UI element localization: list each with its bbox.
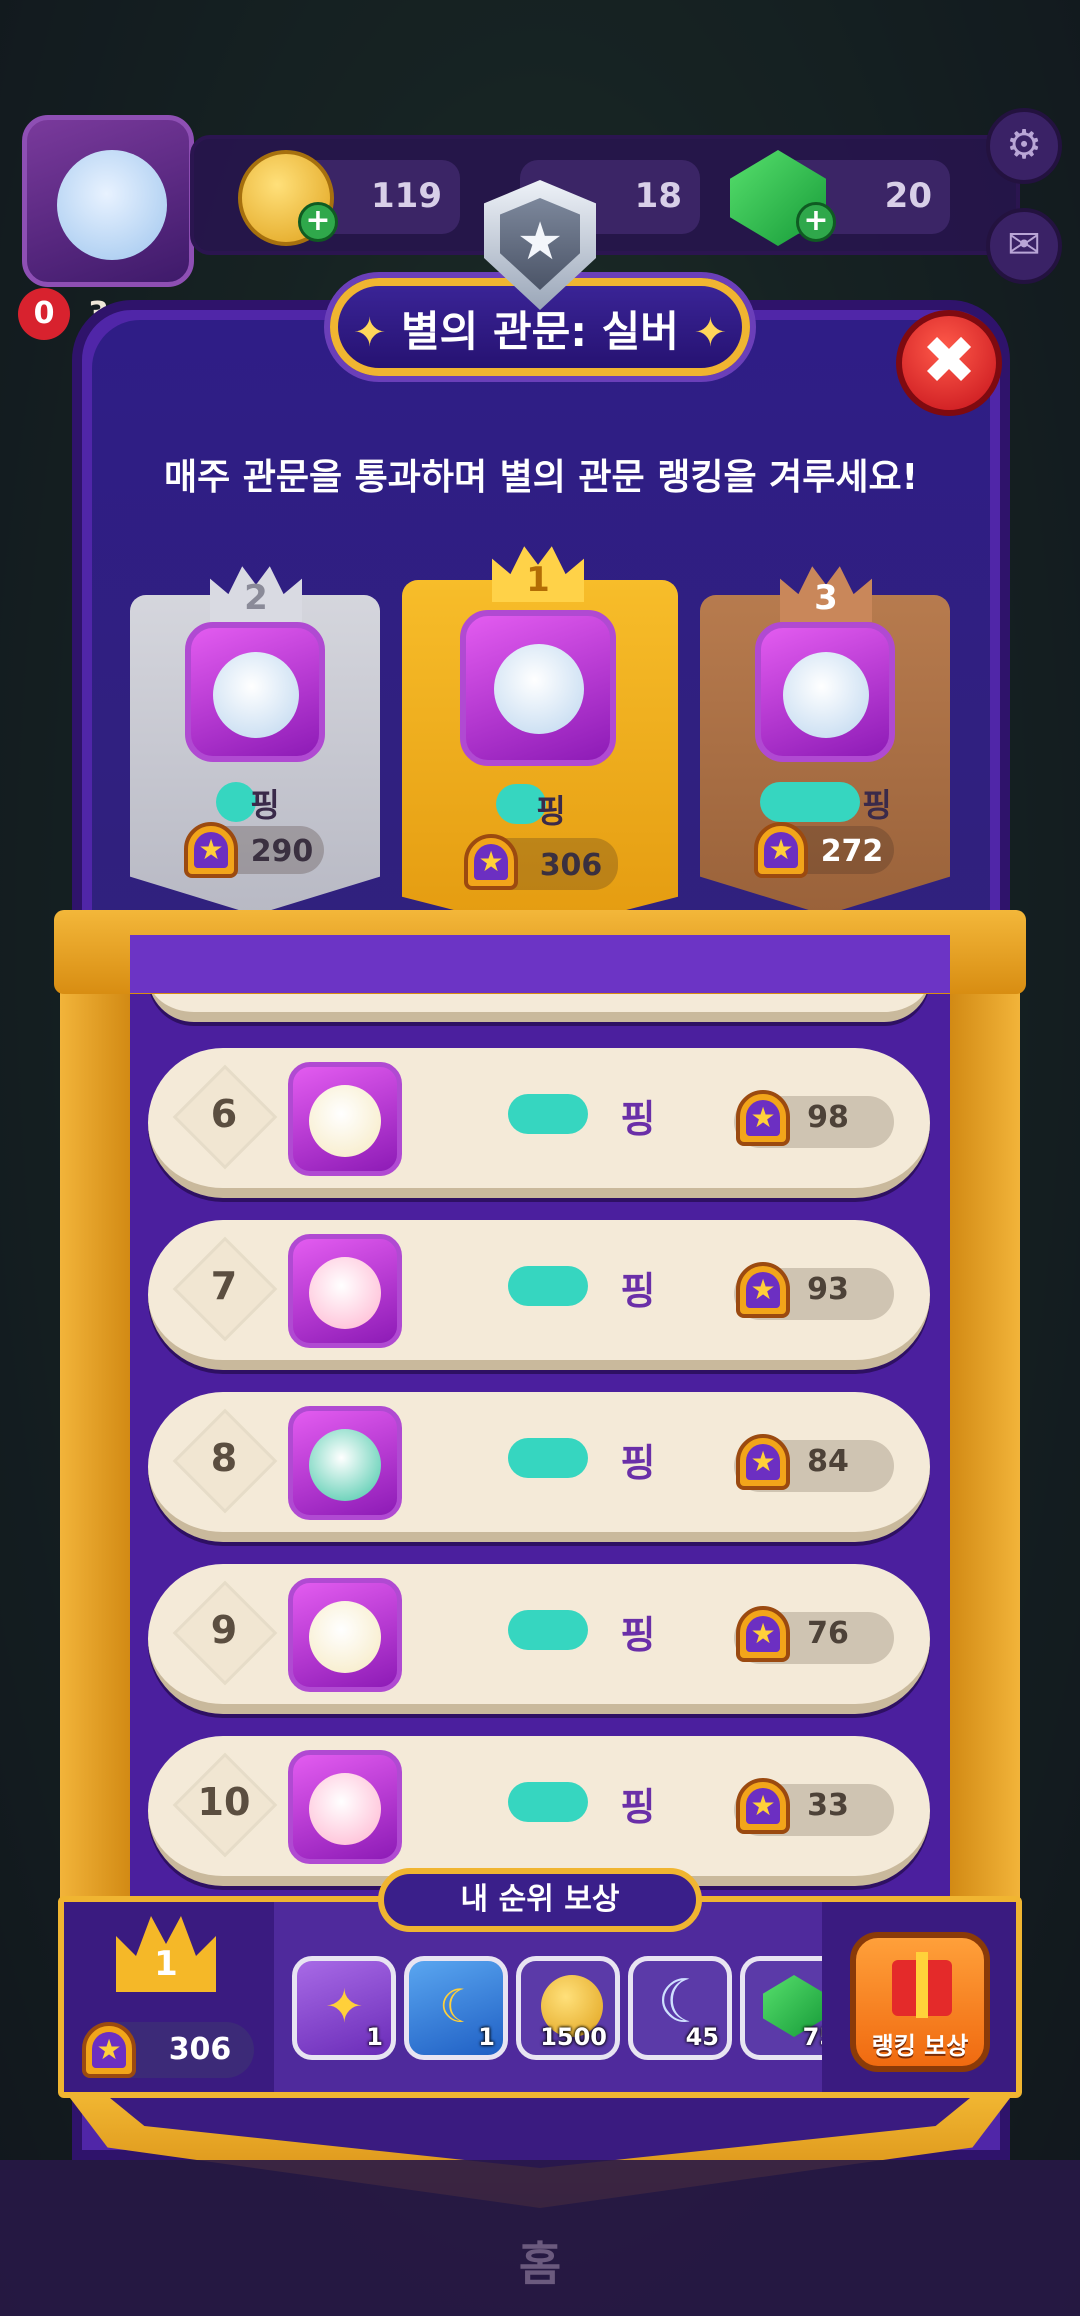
add-gem-button[interactable]: +	[796, 202, 836, 242]
add-coin-button[interactable]: +	[298, 202, 338, 242]
ranking-row[interactable]: 6 핑 ★ 98	[148, 1048, 930, 1198]
gear-icon: ⚙	[1006, 122, 1042, 168]
reward-moon[interactable]: ☾ 45	[628, 1956, 732, 2060]
rank-number: 10	[197, 1780, 251, 1824]
rank-number: 6	[210, 1092, 238, 1136]
player-score: 290	[250, 834, 314, 869]
player-score: 84	[807, 1444, 849, 1479]
my-score: 306	[168, 2032, 232, 2067]
avatar[interactable]	[288, 1234, 402, 1348]
modal-title-text: 별의 관문: 실버	[401, 307, 679, 356]
my-reward-label: 내 순위 보상	[378, 1868, 702, 1932]
avatar[interactable]	[288, 1578, 402, 1692]
my-rank: 1	[154, 1944, 178, 1984]
ranking-reward-label: 랭킹 보상	[871, 2032, 969, 2060]
star-badge-icon: ★	[754, 822, 808, 878]
player-avatar[interactable]	[22, 115, 194, 287]
ranking-row[interactable]: 10 핑 ★ 33	[148, 1736, 930, 1886]
player-score: 306	[539, 848, 603, 883]
close-button[interactable]: ✖	[896, 310, 1002, 416]
avatar[interactable]	[460, 610, 616, 766]
star-badge-icon: ★	[184, 822, 238, 878]
heart-count: 0	[33, 296, 55, 331]
player-name: 핑	[620, 1441, 656, 1485]
rank-number: 8	[210, 1436, 238, 1480]
player-name: 핑	[862, 786, 892, 824]
avatar[interactable]	[288, 1750, 402, 1864]
mail-icon: ✉	[1007, 222, 1041, 268]
frame-pillar-right	[950, 990, 1020, 1910]
close-icon: ✖	[921, 322, 977, 399]
player-score: 76	[807, 1616, 849, 1651]
nav-home[interactable]: 홈	[470, 2228, 610, 2294]
gift-ribbon	[916, 1952, 928, 2018]
player-score: 33	[807, 1788, 849, 1823]
rank-number: 9	[210, 1608, 238, 1652]
reward-star-book[interactable]: ✦ 1	[292, 1956, 396, 2060]
moon-book-icon: ☾	[439, 1979, 481, 2033]
player-score: 93	[807, 1272, 849, 1307]
reward-count: 1500	[540, 2023, 607, 2051]
player-name: 핑	[620, 1097, 656, 1141]
player-score: 272	[820, 834, 884, 869]
coin-count: 119	[371, 176, 442, 216]
settings-button[interactable]: ⚙	[986, 108, 1062, 184]
podium-rank: 3	[814, 578, 838, 618]
player-name: 핑	[536, 792, 566, 830]
frame-pillar-left	[60, 990, 130, 1910]
sparkle-icon: ✦	[352, 310, 387, 356]
podium-rank: 2	[244, 578, 268, 618]
star-badge-icon: ★	[464, 834, 518, 890]
reward-coin[interactable]: 1500	[516, 1956, 620, 2060]
star-badge-icon: ★	[82, 2022, 136, 2078]
star-book-icon: ✦	[325, 1979, 364, 2033]
avatar[interactable]	[185, 622, 325, 762]
heart-counter: 0	[18, 288, 70, 340]
avatar[interactable]	[288, 1406, 402, 1520]
reward-count: 75	[802, 2023, 822, 2051]
player-name: 핑	[620, 1269, 656, 1313]
ranking-row[interactable]: 8 핑 ★ 84	[148, 1392, 930, 1542]
mail-button[interactable]: ✉	[986, 208, 1062, 284]
avatar[interactable]	[755, 622, 895, 762]
avatar[interactable]	[288, 1062, 402, 1176]
star-count: 18	[634, 176, 682, 216]
reward-count: 1	[478, 2023, 495, 2051]
sparkle-icon: ✦	[693, 310, 728, 356]
reward-count: 1	[366, 2023, 383, 2051]
reward-moon-book[interactable]: ☾ 1	[404, 1956, 508, 2060]
ranking-row[interactable]: 7 핑 ★ 93	[148, 1220, 930, 1370]
reward-count: 45	[685, 2023, 719, 2051]
gem-count: 20	[884, 176, 932, 216]
name-mask	[760, 782, 860, 822]
reward-gem[interactable]: 75	[740, 1956, 822, 2060]
player-name: 핑	[620, 1613, 656, 1657]
modal-subtitle: 매주 관문을 통과하며 별의 관문 랭킹을 겨루세요!	[163, 457, 919, 498]
player-name: 핑	[250, 786, 280, 824]
ranking-reward-button[interactable]: 랭킹 보상	[850, 1932, 990, 2072]
player-score: 98	[807, 1100, 849, 1135]
podium-rank: 1	[526, 560, 550, 600]
ranking-row[interactable]: 9 핑 ★ 76	[148, 1564, 930, 1714]
rank-number: 7	[210, 1264, 238, 1308]
frame-top-inner	[130, 935, 950, 993]
player-name: 핑	[620, 1785, 656, 1829]
